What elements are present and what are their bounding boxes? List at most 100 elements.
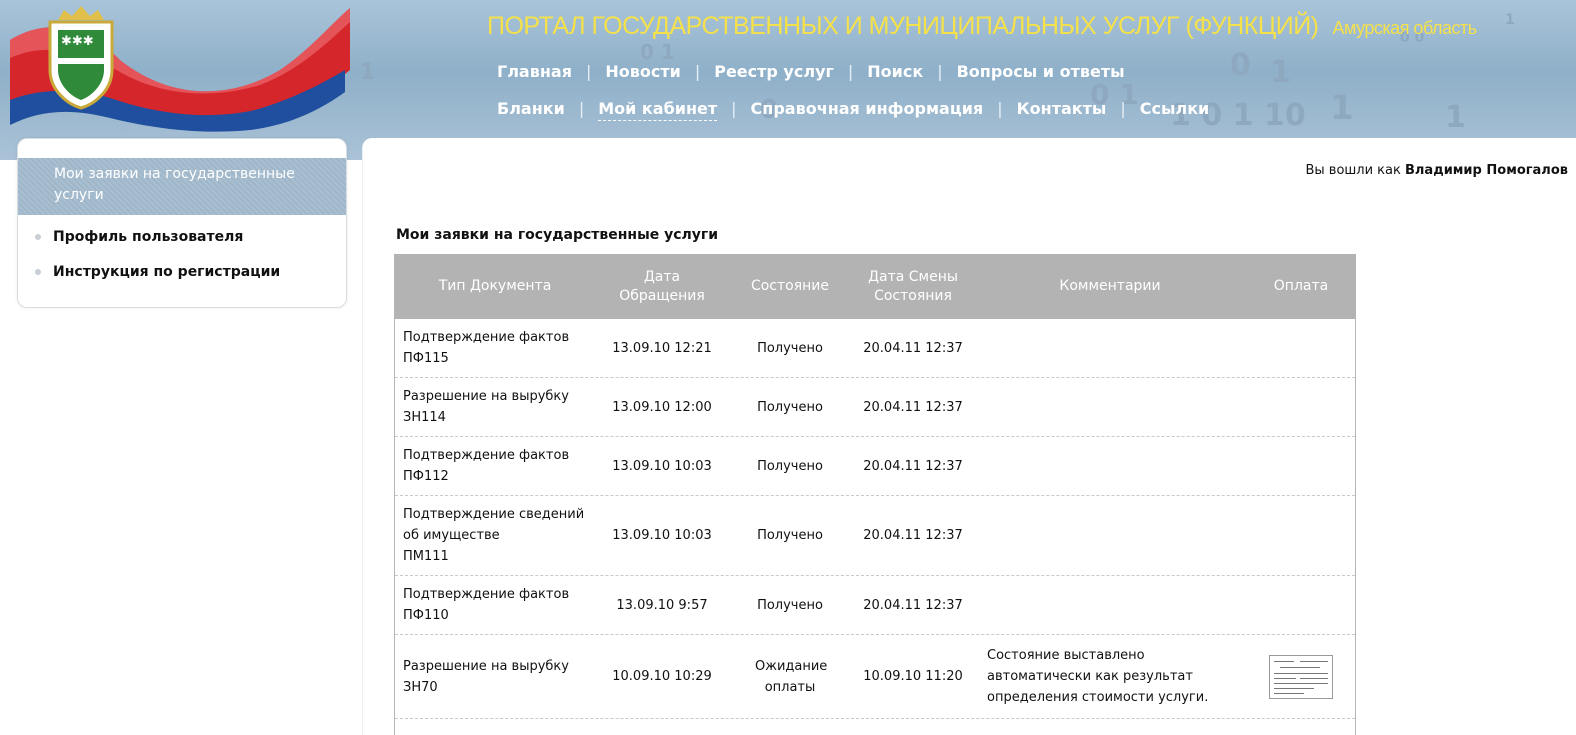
doc-type-line: ПМ111 bbox=[403, 549, 449, 564]
cell-status-text: Получено bbox=[757, 458, 823, 474]
cell-comment bbox=[987, 319, 1235, 377]
cell-request-date: 13.09.10 10:03 bbox=[603, 437, 721, 495]
nav-my-cabinet[interactable]: Мой кабинет bbox=[598, 99, 718, 121]
table-row[interactable]: Подтверждение фактов ПФ115 13.09.10 12:21 П… bbox=[395, 319, 1355, 378]
cell-request-date-text: 13.09.10 10:03 bbox=[612, 528, 712, 543]
cell-request-date-text: 13.09.10 10:03 bbox=[612, 458, 712, 474]
table-row[interactable]: Разрешение на вырубку ЗН70 10.09.10 10:29 О… bbox=[395, 635, 1355, 719]
nav-services-registry[interactable]: Реестр услуг bbox=[714, 62, 834, 81]
cell-doc-type[interactable]: Разрешение на вырубку ЗН114 bbox=[403, 378, 603, 436]
nav-home[interactable]: Главная bbox=[497, 62, 572, 81]
nav-separator: | bbox=[847, 62, 854, 81]
site-header: 1 0 1 0 0 1 1 0 1 10 1 1 1 0 0 1 0 ✱✱✱ П… bbox=[0, 0, 1576, 160]
nav-news[interactable]: Новости bbox=[605, 62, 680, 81]
nav-separator: | bbox=[997, 99, 1003, 118]
cell-status-change-date-text: 10.09.10 11:20 bbox=[863, 669, 963, 684]
sidebar-item-user-profile[interactable]: Профиль пользователя bbox=[35, 229, 243, 245]
cell-status-change-date: 20.04.11 12:37 bbox=[857, 576, 969, 634]
column-header-comments: Комментарии bbox=[1059, 278, 1161, 294]
coat-of-arms-icon: ✱✱✱ bbox=[48, 6, 114, 110]
cell-request-date: 13.09.10 9:57 bbox=[603, 576, 721, 634]
cell-request-date-text: 10.09.10 10:29 bbox=[612, 669, 712, 684]
nav-separator: | bbox=[1120, 99, 1126, 118]
cell-status-change-date-text: 20.04.11 12:37 bbox=[863, 458, 963, 474]
sidebar-item-label: Инструкция по регистрации bbox=[53, 264, 281, 280]
cell-doc-type[interactable]: Подтверждение фактов ПФ112 bbox=[403, 437, 603, 495]
page-title: Мои заявки на государственные услуги bbox=[396, 227, 719, 243]
cell-status-change-date: 10.09.10 11:20 bbox=[857, 635, 969, 718]
nav-separator: | bbox=[937, 62, 943, 81]
cell-status-text: Получено bbox=[757, 597, 823, 613]
cell-status: Получено bbox=[735, 437, 845, 495]
cell-comment bbox=[987, 437, 1235, 495]
cell-request-date: 13.09.10 12:00 bbox=[603, 378, 721, 436]
cell-request-date-text: 13.09.10 12:00 bbox=[612, 399, 712, 415]
main-nav-row-2: Бланки | Мой кабинет | Справочная информация… bbox=[497, 99, 1209, 121]
sidebar-item-label: Профиль пользователя bbox=[53, 229, 244, 245]
cell-status-change-date: 20.04.11 12:37 bbox=[857, 319, 969, 377]
cell-status-change-date: 20.04.11 12:37 bbox=[857, 496, 969, 575]
sidebar-item-my-requests[interactable]: Мои заявки на государственные услуги bbox=[18, 158, 346, 215]
cell-doc-type[interactable]: Подтверждение сведений об имуществе ПМ111 bbox=[403, 496, 603, 575]
site-title-text: ПОРТАЛ ГОСУДАРСТВЕННЫХ И МУНИЦИПАЛЬНЫХ У… bbox=[487, 12, 1319, 40]
nav-search[interactable]: Поиск bbox=[867, 62, 923, 81]
doc-type-line: Подтверждение сведений bbox=[403, 507, 585, 522]
cell-comment bbox=[987, 576, 1235, 634]
nav-faq[interactable]: Вопросы и ответы bbox=[957, 62, 1125, 81]
doc-type-line: Разрешение на вырубку bbox=[403, 389, 569, 404]
cell-doc-type[interactable]: Разрешение на вырубку ЗН70 bbox=[403, 635, 603, 718]
column-header-doc-type: Тип Документа bbox=[438, 278, 552, 294]
cell-status-text: Ожидание оплаты bbox=[755, 658, 828, 695]
doc-type-line: ЗН114 bbox=[403, 410, 446, 425]
table-row[interactable]: Подтверждение фактов ПФ110 13.09.10 9:57 По… bbox=[395, 576, 1355, 635]
site-title: ПОРТАЛ ГОСУДАРСТВЕННЫХ И МУНИЦИПАЛЬНЫХ У… bbox=[487, 12, 1477, 41]
doc-type-line: ПФ110 bbox=[403, 608, 449, 623]
doc-type-line: ПФ112 bbox=[403, 469, 449, 484]
doc-type-line: об имуществе bbox=[403, 528, 500, 543]
cell-payment bbox=[1255, 378, 1347, 436]
nav-contacts[interactable]: Контакты bbox=[1017, 99, 1107, 118]
cell-status-change-date-text: 20.04.11 12:37 bbox=[863, 597, 963, 613]
column-header-status-change-date: Дата Смены Состояния bbox=[868, 268, 958, 304]
cell-doc-type[interactable]: Подтверждение фактов ПФ110 bbox=[403, 576, 603, 634]
cell-doc-type[interactable]: Подтверждение фактов ПФ115 bbox=[403, 319, 603, 377]
cell-request-date: 13.09.10 12:21 bbox=[603, 319, 721, 377]
cell-status: Получено bbox=[735, 378, 845, 436]
nav-forms[interactable]: Бланки bbox=[497, 99, 565, 118]
payment-document-thumbnail-icon[interactable] bbox=[1269, 654, 1333, 699]
cell-request-date: 13.09.10 10:03 bbox=[603, 496, 721, 575]
nav-separator: | bbox=[731, 99, 737, 118]
column-header-status: Состояние bbox=[750, 278, 830, 294]
cell-status: Ожидание оплаты bbox=[735, 635, 845, 718]
cell-payment bbox=[1255, 437, 1347, 495]
amur-region-flag-logo[interactable]: ✱✱✱ bbox=[0, 0, 360, 135]
doc-type-line: Разрешение на вырубку bbox=[403, 658, 569, 674]
main-nav-row-1: Главная | Новости | Реестр услуг | Поиск | Вопро… bbox=[497, 62, 1125, 81]
cell-comment bbox=[987, 378, 1235, 436]
user-name[interactable]: Владимир Помогалов bbox=[1405, 163, 1568, 178]
cell-request-date: 10.09.10 10:29 bbox=[603, 635, 721, 718]
sidebar-item-registration-guide[interactable]: Инструкция по регистрации bbox=[35, 264, 280, 280]
cell-payment bbox=[1255, 635, 1347, 718]
svg-text:✱✱✱: ✱✱✱ bbox=[61, 34, 94, 49]
nav-separator: | bbox=[694, 62, 701, 81]
cell-status-change-date: 20.04.11 12:37 bbox=[857, 378, 969, 436]
cell-status-change-date-text: 20.04.11 12:37 bbox=[863, 340, 963, 356]
table-row[interactable]: Разрешение на вырубку ЗН114 13.09.10 12:00… bbox=[395, 378, 1355, 437]
column-header-payment: Оплата bbox=[1273, 278, 1329, 294]
cell-payment bbox=[1255, 319, 1347, 377]
sidebar-item-label: Мои заявки на государственные услуги bbox=[54, 166, 295, 203]
bullet-dot-icon bbox=[35, 234, 41, 240]
nav-links[interactable]: Ссылки bbox=[1140, 99, 1209, 118]
logged-in-prefix: Вы вошли как bbox=[1305, 163, 1401, 178]
region-name: Амурская область bbox=[1332, 18, 1478, 38]
nav-reference-info[interactable]: Справочная информация bbox=[751, 99, 984, 118]
cell-payment bbox=[1255, 576, 1347, 634]
cell-payment bbox=[1255, 496, 1347, 575]
nav-separator: | bbox=[585, 62, 592, 81]
cell-status: Получено bbox=[735, 319, 845, 377]
table-row[interactable]: Подтверждение сведений об имуществе ПМ111 1… bbox=[395, 496, 1355, 576]
table-row[interactable]: Подтверждение фактов ПФ112 13.09.10 10:03 П… bbox=[395, 437, 1355, 496]
cell-status-text: Получено bbox=[757, 340, 823, 356]
cell-request-date-text: 13.09.10 12:21 bbox=[612, 340, 712, 356]
